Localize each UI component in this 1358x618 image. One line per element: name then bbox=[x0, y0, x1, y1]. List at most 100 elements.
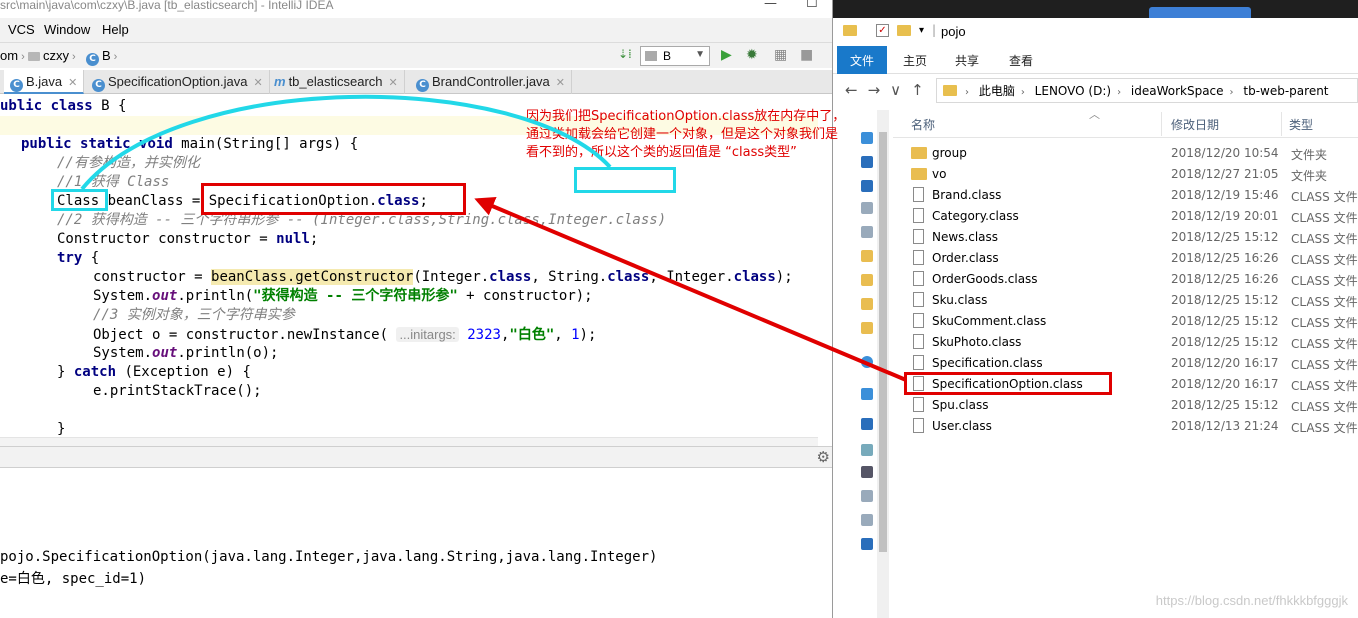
new-folder-icon[interactable] bbox=[897, 25, 911, 36]
folder-icon[interactable] bbox=[861, 298, 873, 310]
debug-icon[interactable]: ✹ bbox=[746, 47, 758, 63]
console-line: e=白色, spec_id=1) bbox=[0, 571, 147, 587]
file-date: 2018/12/25 15:12 bbox=[1171, 230, 1279, 244]
close-icon[interactable]: ✕ bbox=[68, 77, 77, 89]
class-icon: C bbox=[416, 79, 429, 92]
breadcrumb-item-b[interactable]: C B › bbox=[86, 48, 120, 66]
tab-brand-controller[interactable]: C BrandController.java ✕ bbox=[410, 70, 573, 94]
column-headers: 名称 ︿ 修改日期 类型 bbox=[893, 108, 1358, 138]
code-line: try { bbox=[57, 250, 100, 266]
file-name: group bbox=[932, 146, 967, 160]
document-icon[interactable] bbox=[861, 226, 873, 238]
documents-icon[interactable] bbox=[861, 514, 873, 526]
document-icon[interactable] bbox=[861, 202, 873, 214]
breadcrumb-item-om[interactable]: om › bbox=[0, 48, 28, 63]
ribbon-tab-share[interactable]: 共享 bbox=[955, 46, 979, 74]
ribbon-tab-file[interactable]: 文件 bbox=[837, 46, 887, 74]
module-icon: m bbox=[274, 74, 286, 89]
annotation-cyan-box-highlight bbox=[574, 167, 676, 193]
path-segment[interactable]: LENOVO (D:) bbox=[1035, 84, 1111, 98]
list-item[interactable]: User.class 2018/12/13 21:24 CLASS 文件 bbox=[905, 416, 1358, 437]
file-date: 2018/12/25 16:26 bbox=[1171, 272, 1279, 286]
class-icon: C bbox=[86, 53, 99, 66]
computer-icon[interactable] bbox=[861, 418, 873, 430]
cloud-icon[interactable] bbox=[861, 388, 873, 400]
breadcrumb-item-czxy[interactable]: czxy › bbox=[28, 48, 79, 63]
menu-window[interactable]: Window bbox=[44, 22, 90, 37]
desktop-strip bbox=[833, 0, 1358, 21]
list-item[interactable]: Specification.class 2018/12/20 16:17 CLASS… bbox=[905, 353, 1358, 374]
file-name: Specification.class bbox=[932, 356, 1043, 370]
downloads-icon[interactable] bbox=[861, 538, 873, 550]
download-icon[interactable] bbox=[861, 180, 873, 192]
quick-access-dropdown-icon[interactable]: ▾ bbox=[919, 25, 924, 36]
nav-item-icon[interactable] bbox=[861, 156, 873, 168]
code-line: System.out.println(o); bbox=[93, 345, 279, 361]
video-icon[interactable] bbox=[861, 466, 873, 478]
run-console[interactable]: pojo.SpecificationOption(java.lang.Integ… bbox=[0, 469, 832, 618]
gear-icon[interactable]: ⚙ bbox=[817, 448, 830, 466]
code-line: } catch (Exception e) { bbox=[57, 364, 251, 380]
scrollbar-thumb[interactable] bbox=[879, 132, 887, 552]
run-icon[interactable]: ▶ bbox=[721, 47, 732, 63]
list-item[interactable]: Category.class 2018/12/19 20:01 CLASS 文件 bbox=[905, 206, 1358, 227]
list-item[interactable]: SkuComment.class 2018/12/25 15:12 CLASS 文件 bbox=[905, 311, 1358, 332]
chevron-right-icon: › bbox=[965, 87, 969, 98]
list-item[interactable]: OrderGoods.class 2018/12/25 16:26 CLASS 文件 bbox=[905, 269, 1358, 290]
file-name: SkuPhoto.class bbox=[932, 335, 1022, 349]
list-item[interactable]: group 2018/12/20 10:54 文件夹 bbox=[905, 143, 1358, 164]
path-segment[interactable]: 此电脑 bbox=[979, 84, 1015, 98]
file-type: CLASS 文件 bbox=[1291, 274, 1358, 288]
file-date: 2018/12/20 10:54 bbox=[1171, 146, 1279, 160]
list-item[interactable]: Spu.class 2018/12/25 15:12 CLASS 文件 bbox=[905, 395, 1358, 416]
path-segment[interactable]: ideaWorkSpace bbox=[1131, 84, 1224, 98]
tab-b-java[interactable]: C B.java ✕ bbox=[4, 70, 85, 94]
minimize-icon[interactable]: — bbox=[764, 0, 777, 11]
watermark: https://blog.csdn.net/fhkkkbfgggjk bbox=[1155, 593, 1348, 608]
quick-access-icon[interactable] bbox=[861, 132, 873, 144]
column-header-name[interactable]: 名称 bbox=[911, 116, 935, 133]
run-configuration-select[interactable]: B ▼ bbox=[640, 46, 710, 66]
code-comment: //有参构造，并实例化 bbox=[57, 155, 200, 171]
editor-horizontal-scrollbar[interactable] bbox=[0, 437, 818, 446]
stop-icon[interactable]: ■ bbox=[800, 47, 813, 63]
folder-icon[interactable] bbox=[861, 274, 873, 286]
list-item[interactable]: Brand.class 2018/12/19 15:46 CLASS 文件 bbox=[905, 185, 1358, 206]
path-segment[interactable]: tb-web-parent bbox=[1243, 84, 1328, 98]
column-header-type[interactable]: 类型 bbox=[1289, 116, 1313, 133]
properties-icon[interactable]: ✓ bbox=[876, 24, 889, 37]
build-icon[interactable]: ⇣⁞ bbox=[618, 47, 632, 61]
list-item[interactable]: Order.class 2018/12/25 16:26 CLASS 文件 bbox=[905, 248, 1358, 269]
file-name: OrderGoods.class bbox=[932, 272, 1038, 286]
file-date: 2018/12/25 16:26 bbox=[1171, 251, 1279, 265]
menu-help[interactable]: Help bbox=[102, 22, 129, 37]
3d-objects-icon[interactable] bbox=[861, 444, 873, 456]
console-line: pojo.SpecificationOption(java.lang.Integ… bbox=[0, 549, 658, 565]
file-name: vo bbox=[932, 167, 947, 181]
ribbon-tab-view[interactable]: 查看 bbox=[1009, 46, 1033, 74]
folder-icon[interactable] bbox=[861, 322, 873, 334]
folder-icon[interactable] bbox=[861, 250, 873, 262]
close-icon[interactable]: ✕ bbox=[389, 77, 398, 89]
list-item[interactable]: News.class 2018/12/25 15:12 CLASS 文件 bbox=[905, 227, 1358, 248]
menu-vcs[interactable]: VCS bbox=[8, 22, 35, 37]
tab-specification-option[interactable]: C SpecificationOption.java ✕ bbox=[86, 70, 270, 94]
navigation-scrollbar[interactable] bbox=[877, 110, 889, 618]
file-name: Sku.class bbox=[932, 293, 988, 307]
list-item[interactable]: vo 2018/12/27 21:05 文件夹 bbox=[905, 164, 1358, 185]
list-item[interactable]: SkuPhoto.class 2018/12/25 15:12 CLASS 文件 bbox=[905, 332, 1358, 353]
pictures-icon[interactable] bbox=[861, 490, 873, 502]
file-type: CLASS 文件 bbox=[1291, 358, 1358, 372]
tab-tb-elasticsearch[interactable]: m tb_elasticsearch ✕ bbox=[268, 70, 405, 94]
parameter-hint: ...initargs: bbox=[396, 327, 459, 342]
maximize-icon[interactable]: ☐ bbox=[806, 0, 818, 11]
list-item[interactable]: Sku.class 2018/12/25 15:12 CLASS 文件 bbox=[905, 290, 1358, 311]
column-header-date[interactable]: 修改日期 bbox=[1171, 116, 1219, 133]
close-icon[interactable]: ✕ bbox=[253, 77, 262, 89]
close-icon[interactable]: ✕ bbox=[556, 77, 565, 89]
navigation-arrows-icon[interactable]: ←→∨↑ bbox=[845, 81, 934, 99]
window-title: src\main\java\com\czxy\B.java [tb_elasti… bbox=[0, 0, 334, 12]
coverage-icon[interactable]: ▦ bbox=[774, 47, 787, 63]
onedrive-icon[interactable] bbox=[861, 356, 873, 368]
ribbon-tab-home[interactable]: 主页 bbox=[903, 46, 927, 74]
